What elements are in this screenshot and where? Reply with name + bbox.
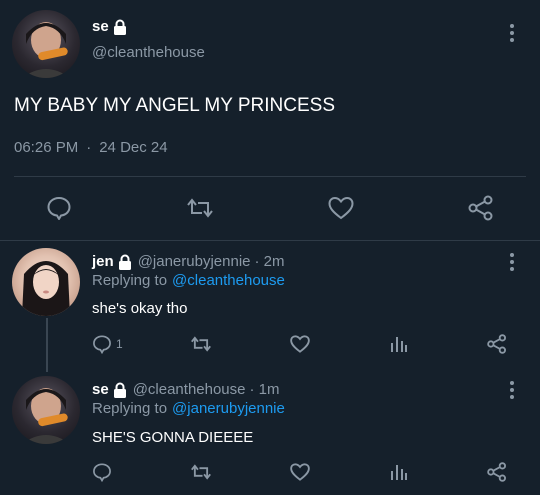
share-button[interactable] [486, 462, 508, 482]
display-name[interactable]: jen [92, 253, 114, 270]
tweet-age: · 2m [254, 253, 285, 270]
user-handle[interactable]: @janerubyjennie [138, 253, 251, 270]
tweet-text: SHE'S GONNA DIEEEE [92, 429, 254, 446]
replying-to-label: Replying to [92, 272, 168, 289]
like-button[interactable] [289, 462, 311, 482]
analytics-button[interactable] [389, 334, 409, 354]
reply-count: 1 [116, 337, 123, 351]
share-icon [487, 334, 506, 354]
retweet-icon [191, 464, 211, 480]
replying-to-label: Replying to [92, 400, 168, 417]
avatar[interactable] [12, 376, 80, 444]
replying-to-link[interactable]: @cleanthehouse [172, 272, 285, 289]
avatar-photo [22, 388, 70, 444]
heart-icon [290, 335, 310, 353]
more-vertical-icon[interactable] [510, 24, 514, 42]
comment-icon [93, 463, 111, 482]
share-icon [468, 195, 493, 221]
tweet-text: she's okay tho [92, 300, 188, 317]
share-button[interactable] [467, 195, 495, 221]
lock-icon [113, 382, 127, 398]
replying-to-link[interactable]: @janerubyjennie [172, 400, 285, 417]
analytics-button[interactable] [389, 462, 409, 482]
reply-button[interactable] [92, 462, 112, 482]
retweet-icon [191, 336, 211, 352]
more-vertical-icon[interactable] [510, 381, 514, 399]
comment-icon [93, 335, 111, 354]
retweet-button[interactable] [190, 334, 212, 354]
avatar-photo [22, 22, 70, 78]
retweet-button[interactable] [190, 462, 212, 482]
display-name[interactable]: se [92, 381, 109, 398]
share-icon [487, 462, 506, 482]
avatar-photo [22, 261, 70, 316]
display-name[interactable]: se [92, 18, 109, 35]
like-button[interactable] [327, 195, 355, 221]
heart-icon [290, 463, 310, 481]
like-button[interactable] [289, 334, 311, 354]
tweet-time: 06:26 PM [14, 139, 79, 156]
user-handle[interactable]: @cleanthehouse [92, 44, 205, 61]
heart-icon [328, 196, 354, 220]
tweet-date: 24 Dec 24 [99, 139, 168, 156]
user-handle[interactable]: @cleanthehouse [133, 381, 246, 398]
analytics-icon [391, 465, 407, 480]
retweet-icon [187, 198, 213, 218]
share-button[interactable] [486, 334, 508, 354]
meta-separator: · [86, 139, 92, 156]
lock-icon [118, 254, 132, 270]
tweet-age: · 1m [249, 381, 280, 398]
more-vertical-icon[interactable] [510, 253, 514, 271]
analytics-icon [391, 337, 407, 352]
avatar[interactable] [12, 248, 80, 316]
retweet-button[interactable] [186, 195, 214, 221]
reply-button[interactable] [46, 195, 72, 221]
avatar[interactable] [12, 10, 80, 78]
comment-icon [47, 197, 71, 220]
lock-icon [113, 19, 127, 35]
tweet-text: MY BABY MY ANGEL MY PRINCESS [14, 95, 336, 116]
reply-button[interactable]: 1 [92, 334, 123, 354]
